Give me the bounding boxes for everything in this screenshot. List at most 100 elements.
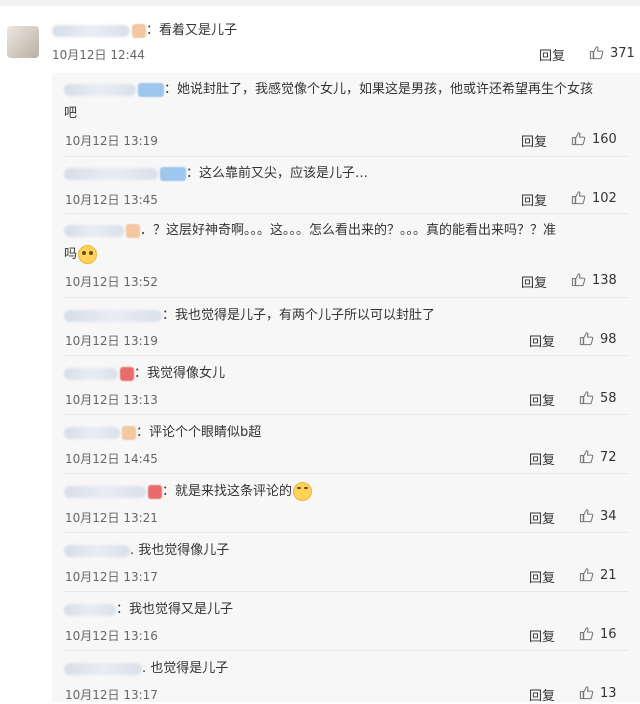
reply-time: 10月12日 13:21 <box>65 511 158 525</box>
like-count: 72 <box>600 450 617 465</box>
like-count: 21 <box>600 568 617 583</box>
reply-button[interactable]: 回复 <box>529 567 555 586</box>
reply-text: ：我也觉得是儿子，有两个儿子所以可以封肚了 <box>162 308 436 323</box>
reply-button[interactable]: 回复 <box>529 626 555 645</box>
like-button[interactable]: 98 <box>579 331 617 347</box>
like-count: 138 <box>592 273 617 288</box>
thumbs-up-icon <box>579 332 594 346</box>
like-button[interactable]: 13 <box>579 685 617 701</box>
reply-button[interactable]: 回复 <box>521 131 547 150</box>
thumbs-up-icon <box>579 391 594 405</box>
thumbs-up-icon <box>571 273 586 287</box>
reply-item: ：评论个个眼睛似b超 10月12日 14:45 回复 72 <box>52 415 640 474</box>
like-button[interactable]: 138 <box>571 272 617 288</box>
fan-badge-icon <box>160 166 186 181</box>
reply-username[interactable] <box>64 662 142 675</box>
reply-username[interactable] <box>64 224 124 237</box>
reply-button[interactable]: 回复 <box>529 390 555 409</box>
reply-time: 10月12日 14:45 <box>65 452 158 466</box>
fan-badge-icon <box>138 82 164 97</box>
username[interactable] <box>52 24 130 37</box>
thumbs-up-icon <box>579 627 594 641</box>
reply-username[interactable] <box>64 544 130 557</box>
like-count: 16 <box>600 627 617 642</box>
like-button[interactable]: 21 <box>579 567 617 583</box>
reply-time: 10月12日 13:19 <box>65 134 158 148</box>
reply-username[interactable] <box>64 603 116 616</box>
reply-text: . 也觉得是儿子 <box>142 661 229 676</box>
reply-item: ：我也觉得是儿子，有两个儿子所以可以封肚了 10月12日 13:19 回复 98 <box>52 298 640 356</box>
reply-item: . 也觉得是儿子 10月12日 13:17 回复 13 <box>52 651 640 704</box>
reply-text: ：这么靠前又尖，应该是儿子… <box>186 166 369 181</box>
user-badge-icon <box>132 23 146 38</box>
reply-text-continued: 吗 <box>64 247 78 262</box>
user-badge-icon <box>126 223 140 238</box>
thumbs-up-icon <box>579 686 594 700</box>
reply-item: ：她说封肚了，我感觉像个女儿，如果这是男孩，他或许还希望再生个女孩 吧 10月1… <box>52 73 640 157</box>
reply-time: 10月12日 13:17 <box>65 570 158 584</box>
like-button[interactable]: 371 <box>589 45 635 61</box>
reply-text: ：评论个个眼睛似b超 <box>136 425 262 440</box>
avatar[interactable] <box>7 26 39 58</box>
thumbs-up-icon <box>579 568 594 582</box>
like-button[interactable]: 16 <box>579 626 617 642</box>
reply-item: ．？这层好神奇啊。。。这。。。怎么看出来的？。。。真的能看出来吗？？准 吗 10… <box>52 214 640 298</box>
like-button[interactable]: 34 <box>579 508 617 524</box>
reply-item: ：这么靠前又尖，应该是儿子… 10月12日 13:45 回复 102 <box>52 157 640 214</box>
reply-text-continued: 吧 <box>64 106 78 121</box>
reply-button[interactable]: 回复 <box>539 45 565 64</box>
like-button[interactable]: 102 <box>571 190 617 206</box>
reply-time: 10月12日 13:52 <box>65 275 158 289</box>
like-count: 34 <box>600 509 617 524</box>
reply-username[interactable] <box>64 309 162 322</box>
reply-button[interactable]: 回复 <box>529 685 555 704</box>
reply-time: 10月12日 13:45 <box>65 193 158 207</box>
like-button[interactable]: 160 <box>571 131 617 147</box>
reply-button[interactable]: 回复 <box>521 272 547 291</box>
reply-button[interactable]: 回复 <box>529 508 555 527</box>
reply-button[interactable]: 回复 <box>529 331 555 350</box>
reply-time: 10月12日 13:19 <box>65 334 158 348</box>
surprised-emoji-icon <box>78 245 98 264</box>
reply-username[interactable] <box>64 485 146 498</box>
reply-button[interactable]: 回复 <box>529 449 555 468</box>
user-badge-icon <box>120 366 134 381</box>
comment-time: 10月12日 12:44 <box>52 48 145 62</box>
reply-text: ：我觉得像女儿 <box>134 366 226 381</box>
like-count: 98 <box>600 332 617 347</box>
like-count: 58 <box>600 391 617 406</box>
user-badge-icon <box>148 484 162 499</box>
reply-item: ：就是来找这条评论的 10月12日 13:21 回复 34 <box>52 474 640 533</box>
like-count: 371 <box>610 46 635 61</box>
laughing-emoji-icon <box>293 482 313 501</box>
reply-time: 10月12日 13:17 <box>65 688 158 702</box>
reply-text: ．？这层好神奇啊。。。这。。。怎么看出来的？。。。真的能看出来吗？？准 <box>140 223 557 238</box>
reply-username[interactable] <box>64 426 120 439</box>
reply-item: ：我觉得像女儿 10月12日 13:13 回复 58 <box>52 356 640 415</box>
reply-list: ：她说封肚了，我感觉像个女儿，如果这是男孩，他或许还希望再生个女孩 吧 10月1… <box>52 73 640 704</box>
like-button[interactable]: 72 <box>579 449 617 465</box>
reply-text: ：我也觉得又是儿子 <box>116 602 234 617</box>
like-count: 102 <box>592 191 617 206</box>
like-button[interactable]: 58 <box>579 390 617 406</box>
thumbs-up-icon <box>579 509 594 523</box>
thumbs-up-icon <box>571 191 586 205</box>
reply-item: . 我也觉得像儿子 10月12日 13:17 回复 21 <box>52 533 640 592</box>
reply-text: ：她说封肚了，我感觉像个女儿，如果这是男孩，他或许还希望再生个女孩 <box>164 82 594 97</box>
reply-text: ：就是来找这条评论的 <box>162 484 293 499</box>
comment-text: ：看着又是儿子 <box>146 23 238 38</box>
thumbs-up-icon <box>579 450 594 464</box>
user-badge-icon <box>122 425 136 440</box>
top-strip <box>0 0 640 6</box>
reply-text: . 我也觉得像儿子 <box>130 543 230 558</box>
like-count: 13 <box>600 686 617 701</box>
thumbs-up-icon <box>589 46 604 60</box>
thumbs-up-icon <box>571 132 586 146</box>
like-count: 160 <box>592 132 617 147</box>
reply-button[interactable]: 回复 <box>521 190 547 209</box>
reply-item: ：我也觉得又是儿子 10月12日 13:16 回复 16 <box>52 592 640 651</box>
reply-username[interactable] <box>64 367 118 380</box>
reply-time: 10月12日 13:16 <box>65 629 158 643</box>
reply-username[interactable] <box>64 83 136 96</box>
reply-username[interactable] <box>64 167 158 180</box>
